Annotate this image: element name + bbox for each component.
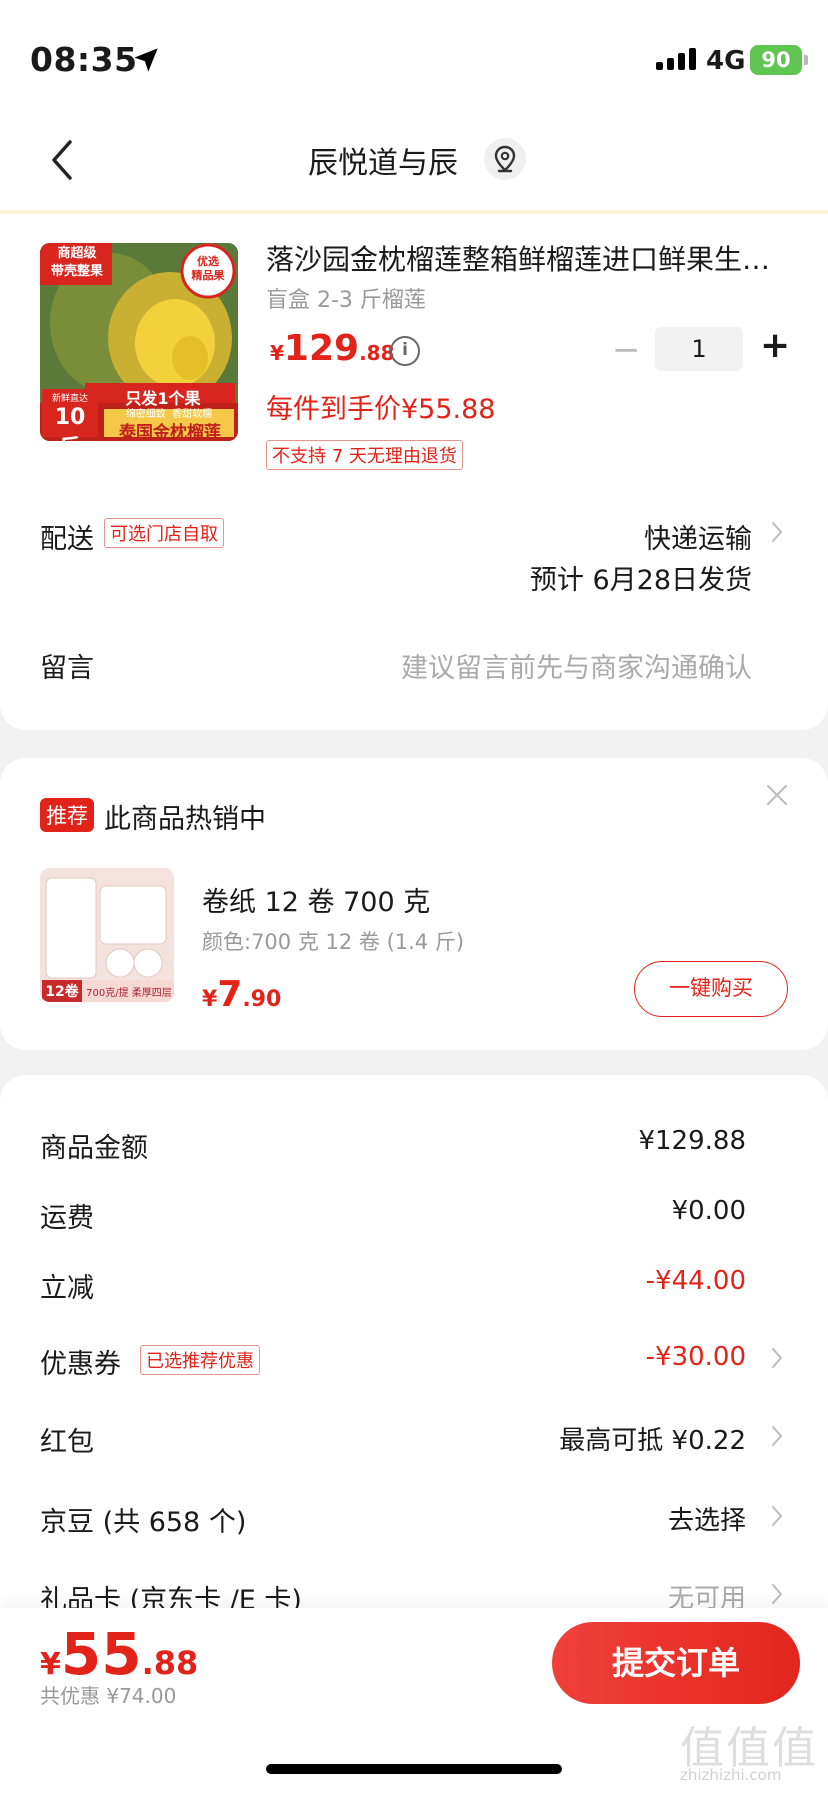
recommend-title: 此商品热销中 bbox=[104, 804, 266, 835]
per-item-price: 每件到手价¥55.88 bbox=[266, 394, 496, 425]
no-return-tag: 不支持 7 天无理由退货 bbox=[266, 440, 463, 470]
red-packet-value[interactable]: 最高可抵 ¥0.22 bbox=[559, 1420, 746, 1457]
instant-discount-label: 立减 bbox=[40, 1273, 94, 1304]
battery-icon: 90 bbox=[750, 45, 802, 75]
one-click-buy-button[interactable]: 一键购买 bbox=[634, 961, 788, 1017]
coupon-tag: 已选推荐优惠 bbox=[140, 1345, 260, 1375]
total-price: ¥55.88 bbox=[40, 1620, 198, 1688]
note-label: 留言 bbox=[40, 653, 94, 684]
location-arrow-icon bbox=[134, 48, 158, 72]
chevron-right-icon[interactable] bbox=[770, 1582, 784, 1606]
close-icon[interactable] bbox=[764, 782, 790, 808]
image-text-top-left: 商超级 带壳整果 bbox=[50, 246, 103, 279]
product-image[interactable]: 商超级 带壳整果 优选 精品果 只发1个果 新鲜直达 10斤 绵密细致 香甜软糯… bbox=[40, 243, 238, 441]
total-saved: 共优惠 ¥74.00 bbox=[40, 1684, 177, 1708]
home-indicator[interactable] bbox=[266, 1764, 562, 1774]
status-time: 08:35 bbox=[30, 40, 138, 79]
shipping-value: ¥0.00 bbox=[671, 1196, 746, 1226]
image-bottom: 泰国金枕榴莲 bbox=[119, 423, 221, 441]
rec-price-symbol: ¥ bbox=[202, 987, 218, 1012]
quantity-increase-button[interactable]: + bbox=[760, 328, 790, 364]
submit-order-button[interactable]: 提交订单 bbox=[552, 1622, 800, 1704]
total-integer: 55 bbox=[60, 1620, 142, 1688]
red-packet-label: 红包 bbox=[40, 1427, 94, 1458]
map-pin-icon bbox=[494, 145, 516, 173]
battery-level: 90 bbox=[761, 48, 791, 72]
network-type: 4G bbox=[706, 46, 746, 76]
chevron-right-icon[interactable] bbox=[770, 1424, 784, 1448]
recommend-product-price: ¥7.90 bbox=[202, 974, 281, 1015]
price-symbol: ¥ bbox=[270, 341, 284, 365]
cellular-signal-icon bbox=[656, 48, 700, 70]
image-weight: 10斤 bbox=[54, 405, 86, 441]
quantity-value[interactable]: 1 bbox=[655, 327, 743, 371]
chevron-right-icon[interactable] bbox=[770, 1504, 784, 1528]
page-title: 辰悦道与辰 bbox=[308, 146, 458, 181]
recommend-badge: 推荐 bbox=[40, 798, 94, 832]
delivery-method[interactable]: 快递运输 bbox=[644, 517, 752, 556]
coupon-value[interactable]: -¥30.00 bbox=[646, 1342, 746, 1372]
tissue-count: 12卷 bbox=[45, 984, 79, 1000]
product-price: ¥129.88 bbox=[270, 328, 395, 369]
chevron-right-icon[interactable] bbox=[770, 520, 784, 544]
battery-cap bbox=[804, 55, 808, 65]
total-symbol: ¥ bbox=[40, 1647, 61, 1682]
note-input[interactable]: 建议留言前先与商家沟通确认 bbox=[401, 646, 752, 685]
recommend-product-name[interactable]: 卷纸 12 卷 700 克 bbox=[202, 880, 430, 919]
pickup-tag: 可选门店自取 bbox=[104, 518, 224, 548]
chevron-right-icon[interactable] bbox=[770, 1346, 784, 1370]
delivery-estimate: 预计 6月28日发货 bbox=[529, 565, 752, 596]
product-name[interactable]: 落沙园金枕榴莲整箱鲜榴莲进口鲜果生鲜水果 bbox=[266, 238, 786, 278]
rec-price-integer: 7 bbox=[217, 974, 243, 1015]
store-location-button[interactable] bbox=[484, 138, 526, 180]
quantity-decrease-button[interactable]: − bbox=[612, 333, 641, 367]
image-weight-top: 新鲜直达 bbox=[51, 394, 88, 404]
goods-amount-label: 商品金额 bbox=[40, 1133, 148, 1164]
recommend-product-spec: 颜色:700 克 12 卷 (1.4 斤) bbox=[202, 930, 465, 954]
total-decimal: .88 bbox=[141, 1644, 199, 1682]
jingdou-value[interactable]: 去选择 bbox=[668, 1500, 746, 1537]
coupon-label: 优惠券 bbox=[40, 1349, 121, 1380]
image-badge: 优选 精品果 bbox=[191, 255, 225, 282]
price-info-icon[interactable]: i bbox=[390, 336, 420, 366]
delivery-label: 配送 bbox=[40, 524, 94, 555]
shipping-label: 运费 bbox=[40, 1203, 94, 1234]
goods-amount-value: ¥129.88 bbox=[638, 1126, 746, 1156]
watermark-url: zhizhizhi.com bbox=[680, 1766, 782, 1784]
price-integer: 129 bbox=[283, 328, 360, 369]
recommend-product-image[interactable]: 12卷 700克/提 柔厚四层 bbox=[40, 868, 174, 1002]
product-spec[interactable]: 盲盒 2-3 斤榴莲 bbox=[266, 282, 426, 314]
jingdou-label: 京豆 (共 658 个) bbox=[40, 1507, 247, 1538]
instant-discount-value: -¥44.00 bbox=[645, 1266, 746, 1296]
tissue-desc: 700克/提 柔厚四层 bbox=[86, 988, 172, 999]
rec-price-decimal: .90 bbox=[242, 987, 282, 1012]
